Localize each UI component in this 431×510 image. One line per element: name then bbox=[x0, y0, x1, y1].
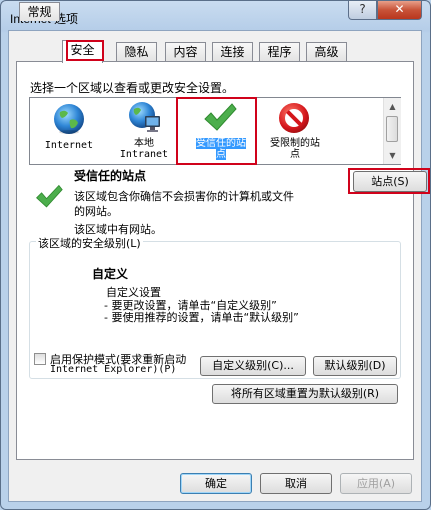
tab-privacy[interactable]: 隐私 bbox=[116, 42, 157, 61]
protected-mode-label-line2[interactable]: Internet Explorer)(P) bbox=[50, 364, 176, 375]
zone-description-line2: 的网站。 bbox=[74, 205, 118, 218]
custom-level-button[interactable]: 自定义级别(C)... bbox=[200, 356, 306, 376]
zone-description: 该区域包含你确信不会损害你的计算机或文件 bbox=[74, 190, 294, 203]
tab-security[interactable]: 安全 bbox=[62, 40, 103, 63]
globe-icon bbox=[54, 104, 84, 134]
scroll-up-icon[interactable]: ▲ bbox=[384, 99, 401, 114]
zone-heading: 受信任的站点 bbox=[74, 169, 147, 183]
security-level-label: 该区域的安全级别(L) bbox=[36, 235, 143, 251]
protected-mode-checkbox[interactable] bbox=[34, 353, 46, 365]
tab-programs[interactable]: 程序 bbox=[259, 42, 300, 61]
close-button[interactable]: ✕ bbox=[377, 1, 422, 20]
zone-list-scrollbar[interactable]: ▲ ▼ bbox=[383, 98, 401, 164]
level-desc-line3: - 要使用推荐的设置，请单击“默认级别” bbox=[104, 311, 299, 324]
zone-label-line2: Intranet bbox=[119, 149, 169, 160]
tab-content[interactable]: 内容 bbox=[165, 42, 206, 61]
zone-label: 受信任的站 bbox=[196, 138, 246, 149]
sites-button[interactable]: 站点(S) bbox=[353, 171, 427, 192]
scroll-down-icon[interactable]: ▼ bbox=[384, 148, 401, 163]
tab-general[interactable]: 常规 bbox=[19, 2, 60, 21]
local-intranet-icon bbox=[129, 102, 160, 132]
zone-label-line2: 点 bbox=[290, 149, 300, 160]
checkmark-icon bbox=[204, 103, 237, 131]
zone-label-line2: 点 bbox=[216, 149, 226, 160]
zone-internet[interactable]: Internet bbox=[30, 98, 108, 164]
ok-button[interactable]: 确定 bbox=[180, 473, 252, 494]
zone-trusted-sites[interactable]: 受信任的站 点 bbox=[182, 98, 260, 164]
apply-button[interactable]: 应用(A) bbox=[340, 473, 412, 494]
reset-all-zones-button[interactable]: 将所有区域重置为默认级别(R) bbox=[212, 384, 398, 404]
default-level-button[interactable]: 默认级别(D) bbox=[313, 356, 397, 376]
scroll-thumb[interactable] bbox=[386, 116, 398, 142]
zone-local-intranet[interactable]: 本地 Intranet bbox=[105, 98, 183, 164]
zone-restricted-sites[interactable]: 受限制的站 点 bbox=[256, 98, 334, 164]
zone-label: 受限制的站 bbox=[270, 138, 320, 149]
zone-instruction: 选择一个区域以查看或更改安全设置。 bbox=[30, 81, 235, 95]
zone-label: 本地 bbox=[134, 138, 154, 149]
tab-advanced[interactable]: 高级 bbox=[306, 42, 347, 61]
restricted-icon bbox=[279, 103, 309, 133]
help-button[interactable]: ? bbox=[348, 1, 377, 20]
tab-connections[interactable]: 连接 bbox=[212, 42, 253, 61]
security-level-title: 自定义 bbox=[92, 267, 129, 281]
cancel-button[interactable]: 取消 bbox=[260, 473, 332, 494]
zone-label: Internet bbox=[44, 140, 94, 151]
trusted-checkmark-icon bbox=[36, 184, 63, 208]
